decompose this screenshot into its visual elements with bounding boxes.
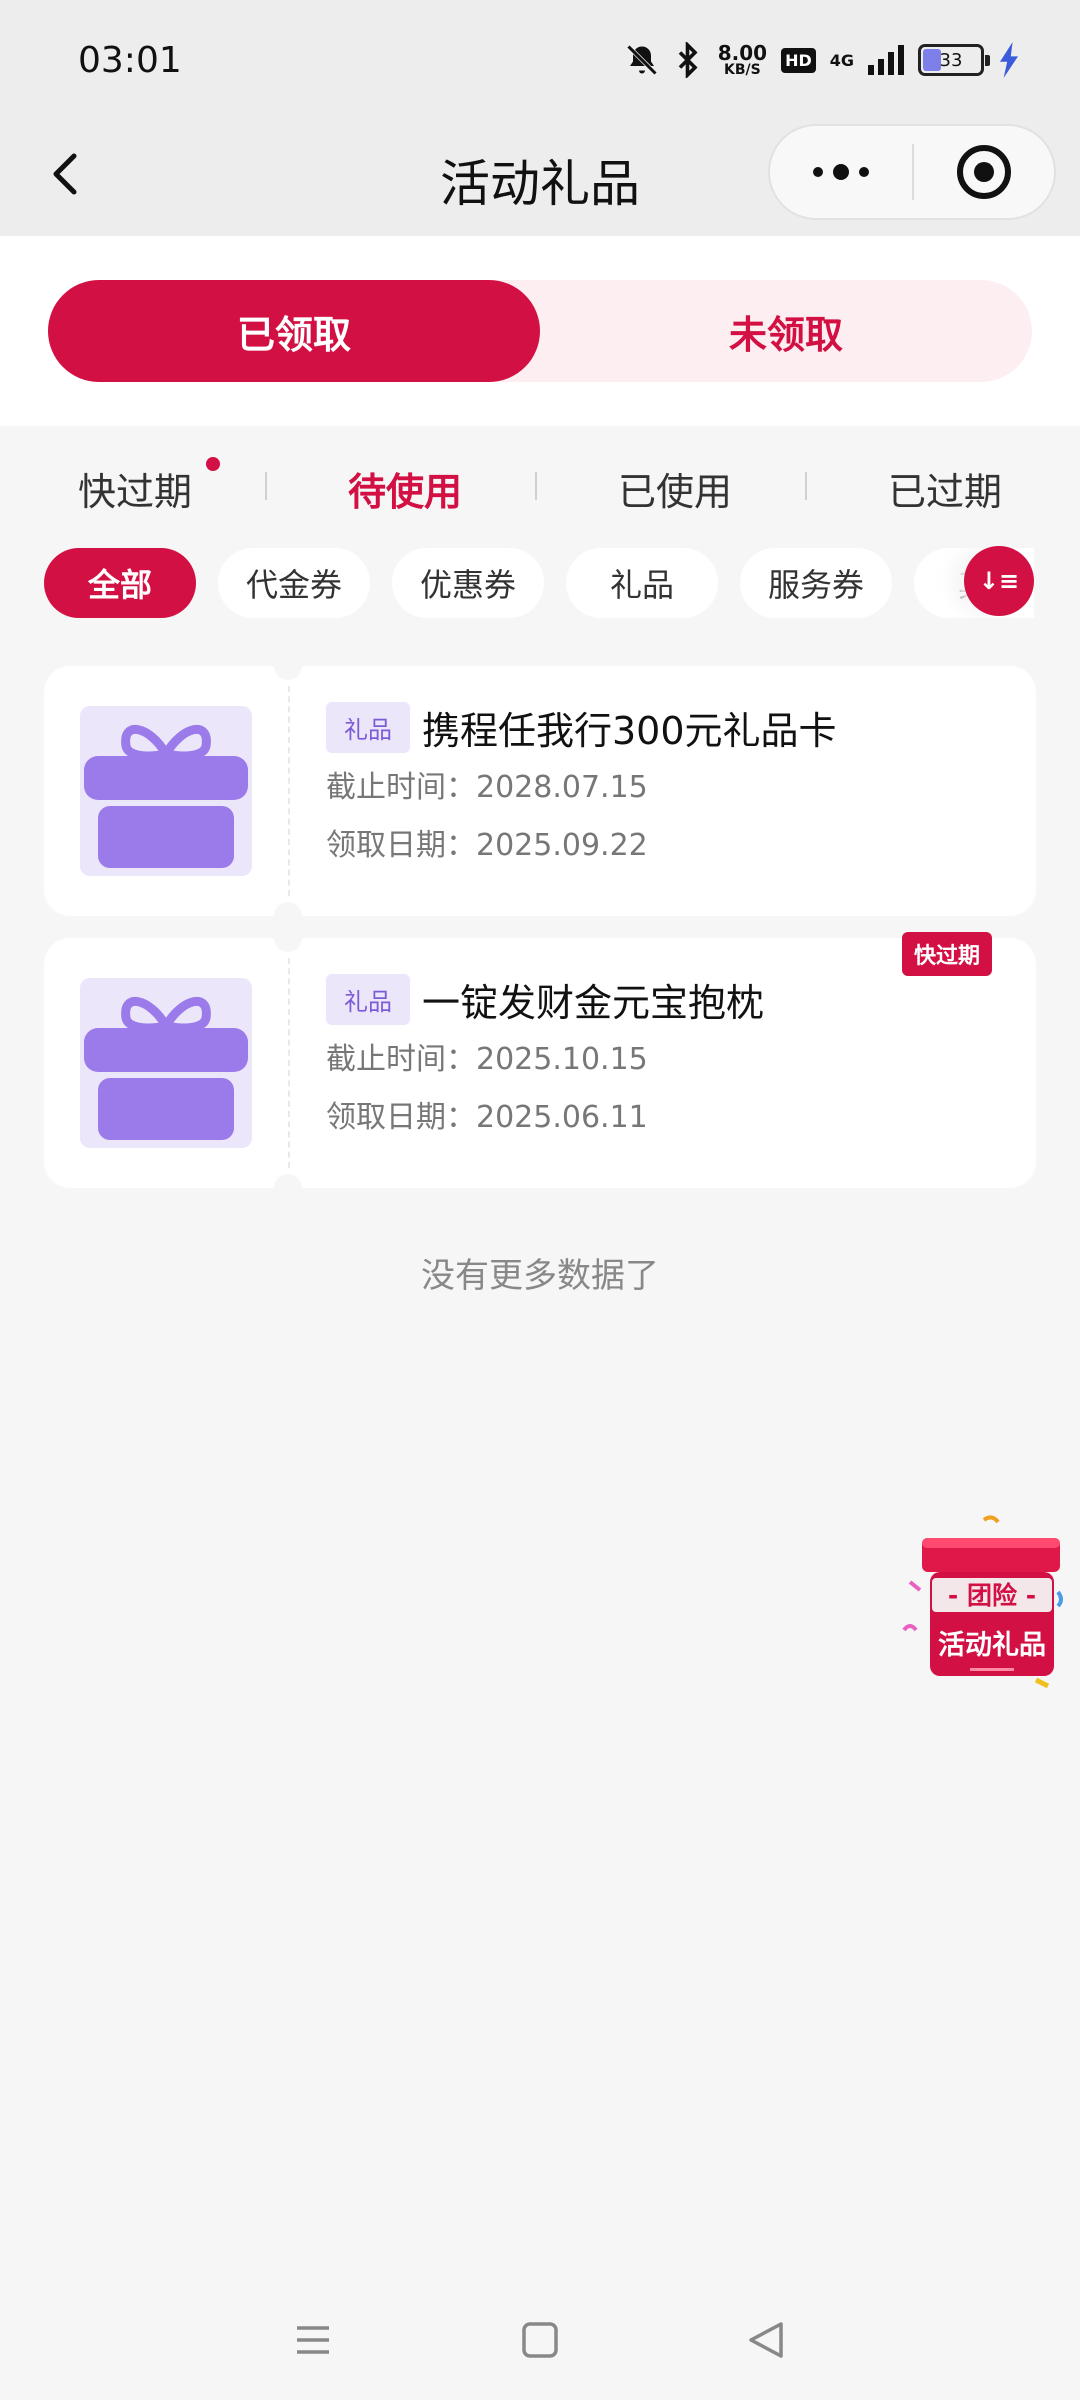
tab-separator xyxy=(805,472,807,500)
floating-gift-entry[interactable]: - 团险 - 活动礼品 xyxy=(896,1512,1072,1698)
card-title-row: 礼品 携程任我行300元礼品卡 xyxy=(326,701,1016,753)
network-type: 4G xyxy=(829,50,854,70)
status-icons: 8.00 KB/S HD 4G 33 xyxy=(624,42,1020,78)
received-label: 领取日期： xyxy=(326,1100,476,1135)
segment-not-received[interactable]: 未领取 xyxy=(540,280,1032,382)
status-bar: 03:01 8.00 KB/S HD 4G 33 xyxy=(0,0,1080,120)
charging-icon xyxy=(1000,42,1018,78)
home-square-icon[interactable] xyxy=(510,2310,570,2370)
card-body: 礼品 携程任我行300元礼品卡 截止时间：2028.07.15 领取日期：202… xyxy=(326,701,1016,868)
card-thumb-area xyxy=(44,666,288,916)
gift-card[interactable]: 快过期 礼品 一锭发财金元宝抱枕 截止时间：2025.10.15 领取日期：20… xyxy=(44,924,1036,1202)
system-nav-bar xyxy=(0,2280,1080,2400)
notification-dot xyxy=(206,456,220,471)
deadline-value: 2028.07.15 xyxy=(476,770,648,805)
deadline-label: 截止时间： xyxy=(326,1042,476,1077)
chip-coupon[interactable]: 优惠券 xyxy=(392,548,544,618)
card-title: 携程任我行300元礼品卡 xyxy=(422,708,837,753)
card-divider xyxy=(288,686,290,896)
deadline-value: 2025.10.15 xyxy=(476,1042,648,1077)
sort-button[interactable]: ↓≡ xyxy=(964,546,1034,616)
tab-used[interactable]: 已使用 xyxy=(540,461,810,516)
filter-chips: 全部 代金券 优惠券 礼品 服务券 其他 xyxy=(44,548,1034,618)
tab-expired[interactable]: 已过期 xyxy=(810,461,1080,516)
status-tabs: 快过期 待使用 已使用 已过期 xyxy=(0,446,1080,530)
close-mini-program-button[interactable] xyxy=(914,126,1054,218)
expiring-soon-badge: 快过期 xyxy=(901,932,992,976)
chip-service-voucher[interactable]: 服务券 xyxy=(740,548,892,618)
nav-bar: 活动礼品 xyxy=(0,120,1080,236)
deadline-row: 截止时间：2028.07.15 xyxy=(326,766,1016,810)
received-value: 2025.09.22 xyxy=(476,828,648,863)
tab-pending-use[interactable]: 待使用 xyxy=(270,461,540,516)
floating-entry-line2: 活动礼品 xyxy=(938,1629,1046,1661)
more-dots-icon[interactable] xyxy=(770,126,912,218)
battery-icon: 33 xyxy=(918,44,990,76)
mute-bell-icon xyxy=(626,44,657,76)
signal-icon xyxy=(868,45,904,75)
card-divider xyxy=(288,958,290,1168)
status-time: 03:01 xyxy=(78,39,182,81)
tab-label: 待使用 xyxy=(347,469,462,514)
speed-unit: KB/S xyxy=(724,62,761,78)
tab-expiring-soon[interactable]: 快过期 xyxy=(0,456,270,516)
gift-box-icon xyxy=(80,706,252,876)
received-segment-control: 已领取 未领取 xyxy=(48,280,1032,382)
tab-label: 已过期 xyxy=(887,469,1002,514)
speed-value: 8.00 xyxy=(717,41,768,65)
card-thumb-area xyxy=(44,938,288,1188)
card-title-row: 礼品 一锭发财金元宝抱枕 xyxy=(326,973,1016,1025)
chip-gift[interactable]: 礼品 xyxy=(566,548,718,618)
category-tag: 礼品 xyxy=(326,973,410,1025)
segment-area: 已领取 未领取 xyxy=(0,236,1080,426)
chip-cash-voucher[interactable]: 代金券 xyxy=(218,548,370,618)
card-title: 一锭发财金元宝抱枕 xyxy=(422,980,765,1025)
mini-program-capsule xyxy=(768,124,1056,220)
hd-badge: HD xyxy=(781,47,816,73)
received-value: 2025.06.11 xyxy=(476,1100,648,1135)
no-more-data-text: 没有更多数据了 xyxy=(421,1256,659,1296)
target-icon xyxy=(957,145,1011,199)
chip-all[interactable]: 全部 xyxy=(44,548,196,618)
received-date-row: 领取日期：2025.06.11 xyxy=(326,1096,1016,1140)
card-body: 礼品 一锭发财金元宝抱枕 截止时间：2025.10.15 领取日期：2025.0… xyxy=(326,973,1016,1140)
battery-level: 33 xyxy=(939,49,963,71)
received-date-row: 领取日期：2025.09.22 xyxy=(326,824,1016,868)
deadline-label: 截止时间： xyxy=(326,770,476,805)
gift-box-icon xyxy=(80,978,252,1148)
gift-card[interactable]: 礼品 携程任我行300元礼品卡 截止时间：2028.07.15 领取日期：202… xyxy=(44,652,1036,930)
segment-received[interactable]: 已领取 xyxy=(48,280,540,382)
tab-label: 快过期 xyxy=(77,469,192,514)
tab-separator xyxy=(535,472,537,500)
sort-icon: ↓≡ xyxy=(978,567,1020,595)
tab-separator xyxy=(265,472,267,500)
category-tag: 礼品 xyxy=(326,701,410,753)
network-speed: 8.00 KB/S xyxy=(718,43,767,77)
back-triangle-icon[interactable] xyxy=(737,2310,797,2370)
tab-label: 已使用 xyxy=(617,469,732,514)
bluetooth-icon xyxy=(678,42,698,78)
received-label: 领取日期： xyxy=(326,828,476,863)
floating-entry-line1: - 团险 - xyxy=(948,1581,1036,1610)
menu-icon[interactable] xyxy=(283,2310,343,2370)
deadline-row: 截止时间：2025.10.15 xyxy=(326,1038,1016,1082)
